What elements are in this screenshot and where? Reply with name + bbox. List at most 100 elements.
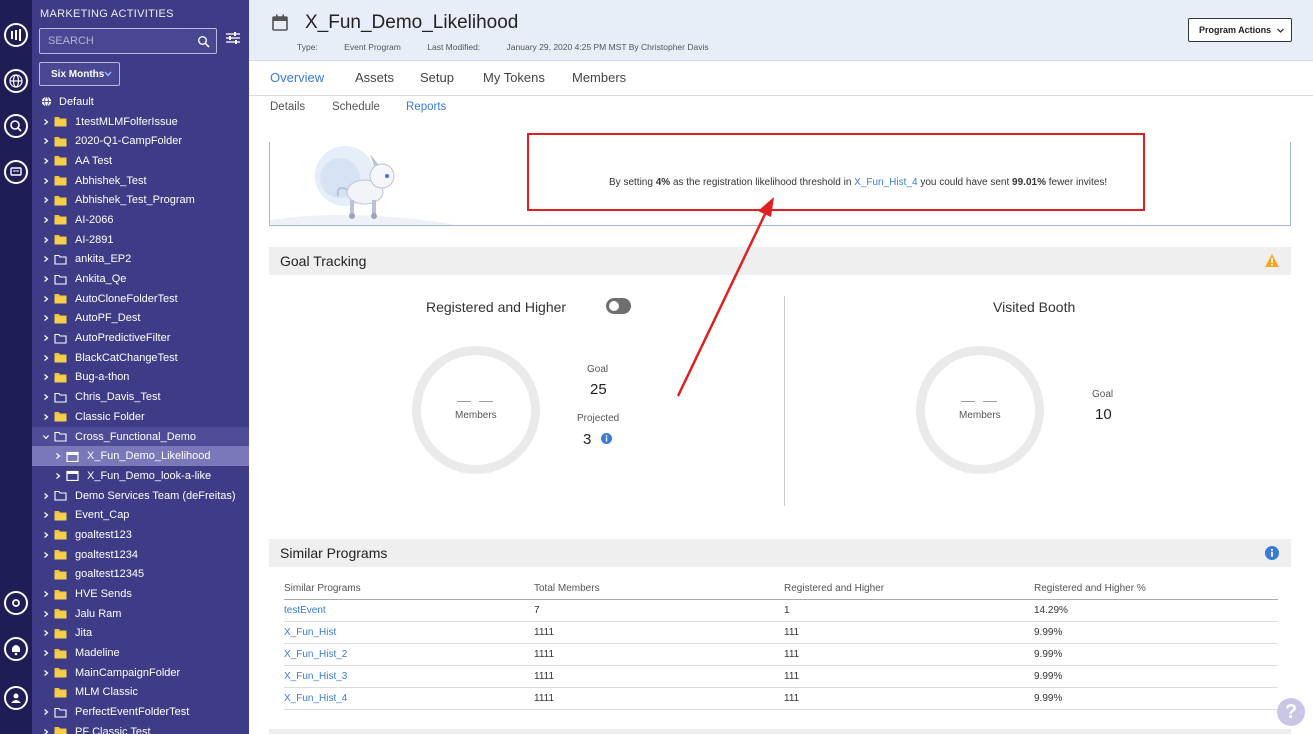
tree-folder-item[interactable]: Jita bbox=[32, 624, 249, 644]
chevron-right-icon[interactable] bbox=[42, 531, 50, 539]
chevron-right-icon[interactable] bbox=[42, 137, 50, 145]
column-header[interactable]: Registered and Higher bbox=[784, 583, 884, 594]
sub-tabs: Details Schedule Reports bbox=[249, 96, 1313, 124]
tree-folder-item[interactable]: Ankita_Qe bbox=[32, 269, 249, 289]
subtab-schedule[interactable]: Schedule bbox=[332, 101, 380, 113]
info-icon[interactable] bbox=[1265, 546, 1279, 560]
info-icon[interactable] bbox=[601, 433, 612, 444]
globe-icon[interactable] bbox=[4, 69, 28, 93]
search-icon[interactable] bbox=[197, 35, 210, 48]
chevron-right-icon[interactable] bbox=[42, 236, 50, 244]
tree-folder-item[interactable]: Event_Cap bbox=[32, 505, 249, 525]
marketo-logo-icon[interactable] bbox=[4, 23, 28, 47]
program-link[interactable]: X_Fun_Hist_3 bbox=[284, 671, 347, 682]
tree-folder-item[interactable]: 2020-Q1-CampFolder bbox=[32, 131, 249, 151]
tree-folder-item[interactable]: Abhishek_Test bbox=[32, 171, 249, 191]
tree-folder-item[interactable]: AI-2891 bbox=[32, 230, 249, 250]
tree-folder-item[interactable]: 1testMLMFolferIssue bbox=[32, 112, 249, 132]
msg-program-link[interactable]: X_Fun_Hist_4 bbox=[854, 177, 917, 188]
chevron-right-icon[interactable] bbox=[42, 629, 50, 637]
tree-folder-item[interactable]: goaltest123 bbox=[32, 525, 249, 545]
tree-folder-item[interactable]: HVE Sends bbox=[32, 584, 249, 604]
tree-folder-item[interactable]: goaltest12345 bbox=[32, 565, 249, 585]
search-input[interactable]: SEARCH bbox=[39, 28, 217, 54]
chevron-right-icon[interactable] bbox=[54, 452, 62, 460]
chevron-right-icon[interactable] bbox=[42, 118, 50, 126]
chevron-right-icon[interactable] bbox=[42, 334, 50, 342]
chevron-right-icon[interactable] bbox=[42, 314, 50, 322]
chat-icon[interactable] bbox=[4, 160, 28, 184]
program-link[interactable]: X_Fun_Hist_4 bbox=[284, 693, 347, 704]
chevron-right-icon[interactable] bbox=[42, 708, 50, 716]
bell-icon[interactable] bbox=[4, 637, 28, 661]
chevron-right-icon[interactable] bbox=[42, 649, 50, 657]
chevron-right-icon[interactable] bbox=[42, 551, 50, 559]
tree-folder-item[interactable]: AutoPF_Dest bbox=[32, 309, 249, 329]
chevron-right-icon[interactable] bbox=[42, 295, 50, 303]
chevron-right-icon[interactable] bbox=[42, 393, 50, 401]
chevron-right-icon[interactable] bbox=[42, 511, 50, 519]
chevron-right-icon[interactable] bbox=[42, 373, 50, 381]
tree-folder-item[interactable]: AA Test bbox=[32, 151, 249, 171]
goal-toggle[interactable] bbox=[606, 298, 631, 314]
help-button[interactable]: ? bbox=[1277, 698, 1305, 726]
tree-folder-item[interactable]: Classic Folder bbox=[32, 407, 249, 427]
tree-folder-item[interactable]: BlackCatChangeTest bbox=[32, 348, 249, 368]
tree-folder-item[interactable]: AI-2066 bbox=[32, 210, 249, 230]
table-cell: 1111 bbox=[534, 671, 555, 682]
program-link[interactable]: X_Fun_Hist bbox=[284, 627, 336, 638]
subtab-details[interactable]: Details bbox=[270, 101, 305, 113]
chevron-right-icon[interactable] bbox=[42, 157, 50, 165]
tree-folder-item[interactable]: Demo Services Team (deFreitas) bbox=[32, 486, 249, 506]
tree-folder-item[interactable]: MainCampaignFolder bbox=[32, 663, 249, 683]
tab-overview[interactable]: Overview bbox=[270, 70, 324, 85]
filter-sliders-icon[interactable] bbox=[225, 30, 241, 46]
subtab-reports[interactable]: Reports bbox=[406, 101, 446, 113]
chevron-right-icon[interactable] bbox=[42, 275, 50, 283]
chevron-right-icon[interactable] bbox=[42, 413, 50, 421]
tree-folder-item[interactable]: Chris_Davis_Test bbox=[32, 387, 249, 407]
date-range-select[interactable]: Six Months bbox=[39, 62, 120, 86]
tree-folder-item[interactable]: Abhishek_Test_Program bbox=[32, 190, 249, 210]
tree-folder-item[interactable]: Madeline bbox=[32, 643, 249, 663]
chevron-down-icon[interactable] bbox=[42, 433, 50, 441]
tab-assets[interactable]: Assets bbox=[355, 70, 394, 85]
tree-folder-item[interactable]: PF Classic Test bbox=[32, 722, 249, 734]
tree-folder-item[interactable]: MLM Classic bbox=[32, 683, 249, 703]
tree-folder-item[interactable]: AutoCloneFolderTest bbox=[32, 289, 249, 309]
tab-members[interactable]: Members bbox=[572, 70, 626, 85]
chevron-right-icon[interactable] bbox=[42, 216, 50, 224]
tree-folder-item[interactable]: AutoPredictiveFilter bbox=[32, 328, 249, 348]
tree-folder-item[interactable]: ankita_EP2 bbox=[32, 250, 249, 270]
program-link[interactable]: X_Fun_Hist_2 bbox=[284, 649, 347, 660]
tree-program-item[interactable]: X_Fun_Demo_Likelihood bbox=[32, 446, 249, 467]
tab-my-tokens[interactable]: My Tokens bbox=[483, 70, 545, 85]
tab-setup[interactable]: Setup bbox=[420, 70, 454, 85]
program-link[interactable]: testEvent bbox=[284, 605, 326, 616]
chevron-right-icon[interactable] bbox=[42, 492, 50, 500]
tree-folder-item[interactable]: Cross_Functional_Demo bbox=[32, 426, 249, 447]
column-header[interactable]: Total Members bbox=[534, 583, 600, 594]
column-header[interactable]: Similar Programs bbox=[284, 583, 361, 594]
column-header[interactable]: Registered and Higher % bbox=[1034, 583, 1146, 594]
chevron-right-icon[interactable] bbox=[42, 610, 50, 618]
search-icon[interactable] bbox=[4, 114, 28, 138]
chevron-right-icon[interactable] bbox=[42, 177, 50, 185]
chevron-right-icon[interactable] bbox=[42, 354, 50, 362]
chevron-right-icon[interactable] bbox=[42, 728, 50, 734]
tree-folder-item[interactable]: PerfectEventFolderTest bbox=[32, 702, 249, 722]
chevron-right-icon[interactable] bbox=[42, 196, 50, 204]
chevron-right-icon[interactable] bbox=[42, 255, 50, 263]
warning-icon[interactable] bbox=[1264, 253, 1280, 268]
gear-icon[interactable] bbox=[4, 591, 28, 615]
tree-folder-item[interactable]: Jalu Ram bbox=[32, 604, 249, 624]
chevron-right-icon[interactable] bbox=[42, 590, 50, 598]
tree-folder-item[interactable]: goaltest1234 bbox=[32, 545, 249, 565]
user-icon[interactable] bbox=[4, 686, 28, 710]
chevron-right-icon[interactable] bbox=[54, 472, 62, 480]
tree-root[interactable]: Default bbox=[32, 92, 249, 112]
chevron-right-icon[interactable] bbox=[42, 669, 50, 677]
program-actions-button[interactable]: Program Actions bbox=[1188, 18, 1292, 42]
tree-folder-item[interactable]: Bug-a-thon bbox=[32, 368, 249, 388]
tree-program-item[interactable]: X_Fun_Demo_look-a-like bbox=[32, 466, 249, 486]
